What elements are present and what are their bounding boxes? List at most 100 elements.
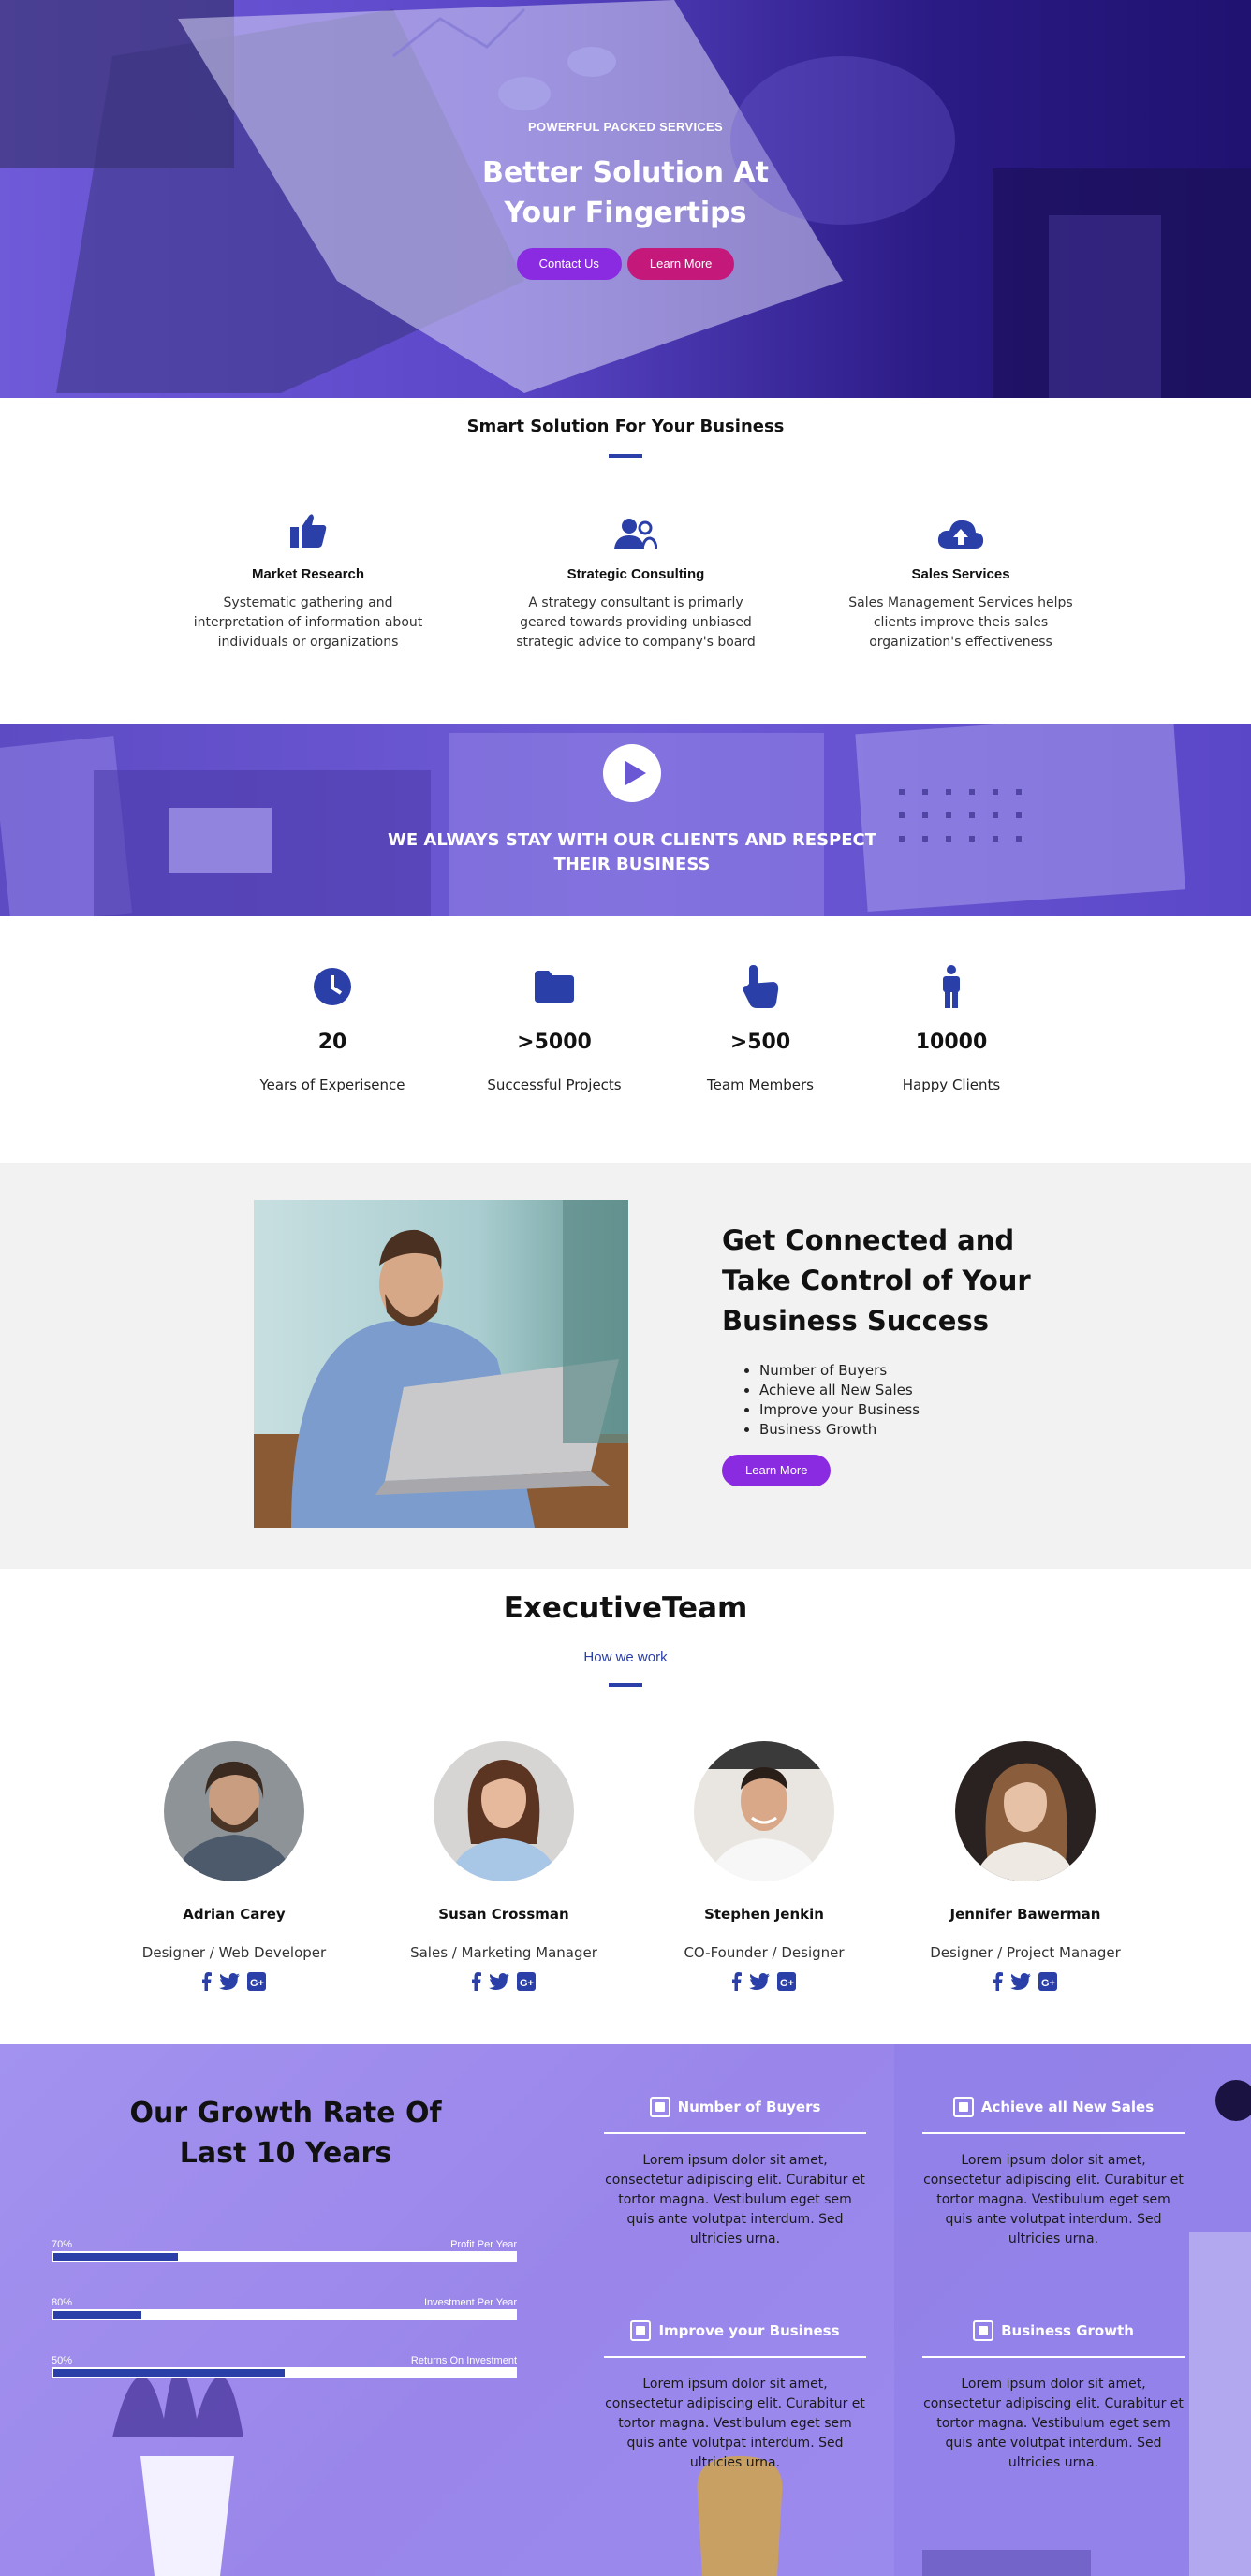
play-icon	[626, 761, 646, 785]
google-plus-icon[interactable]: G+	[1038, 1972, 1057, 1991]
person-icon	[858, 963, 1045, 1010]
stats-section: 20 Years of Experisence >5000 Successful…	[0, 916, 1251, 1163]
info-card-business-growth: Business Growth Lorem ipsum dolor sit am…	[922, 2319, 1185, 2473]
hero-title-line-1: Better Solution At	[482, 156, 769, 189]
list-item: Improve your Business	[759, 1400, 920, 1420]
bar-label: Investment Per Year	[423, 2297, 517, 2308]
member-role: Designer / Web Developer	[141, 1944, 327, 1961]
bar-percent: 80%	[52, 2297, 73, 2308]
twitter-icon[interactable]	[489, 1973, 509, 1990]
bar-label: Profit Per Year	[450, 2239, 517, 2250]
info-card-text: Lorem ipsum dolor sit amet, consectetur …	[923, 2377, 1184, 2470]
video-banner-text: WE ALWAYS STAY WITH OUR CLIENTS AND RESP…	[387, 830, 877, 874]
square-icon	[973, 2320, 994, 2341]
team-subtitle: How we work	[583, 1649, 668, 1665]
pointing-hand-icon	[667, 963, 854, 1010]
contact-us-button[interactable]: Contact Us	[516, 248, 622, 280]
bar-track	[52, 2367, 517, 2378]
list-item: Number of Buyers	[759, 1361, 920, 1381]
feature-description: Sales Management Services helps clients …	[848, 595, 1073, 650]
executive-team-section: ExecutiveTeam How we work Adrian Carey D…	[0, 1569, 1251, 2044]
stat-label: Team Members	[707, 1076, 814, 1093]
member-role: CO-Founder / Designer	[684, 1944, 845, 1961]
hero-learn-more-button[interactable]: Learn More	[626, 248, 735, 280]
bar-percent: 50%	[52, 2355, 73, 2366]
title-underline	[609, 1683, 642, 1687]
play-video-button[interactable]	[603, 744, 661, 802]
square-icon	[630, 2320, 652, 2341]
bar-percent: 70%	[52, 2239, 73, 2250]
stat-value: >5000	[517, 1031, 592, 1054]
google-plus-icon[interactable]: G+	[247, 1972, 266, 1991]
member-role: Designer / Project Manager	[930, 1944, 1121, 1961]
team-member-card: Jennifer Bawerman Designer / Project Man…	[894, 1741, 1156, 1991]
team-member-card: Stephen Jenkin CO-Founder / Designer G+	[633, 1741, 895, 1991]
google-plus-icon[interactable]: G+	[777, 1972, 796, 1991]
square-icon	[952, 2097, 974, 2117]
info-card-text: Lorem ipsum dolor sit amet, consectetur …	[923, 2153, 1184, 2247]
hero-title: Better Solution At Your Fingertips	[0, 153, 1251, 233]
avatar	[434, 1741, 574, 1881]
team-title: ExecutiveTeam	[503, 1591, 748, 1625]
list-item: Achieve all New Sales	[759, 1381, 920, 1400]
facebook-icon[interactable]	[202, 1972, 212, 1991]
member-name: Susan Crossman	[438, 1906, 569, 1923]
users-icon	[514, 508, 758, 549]
twitter-icon[interactable]	[1010, 1973, 1031, 1990]
twitter-icon[interactable]	[749, 1973, 770, 1990]
team-member-card: Susan Crossman Sales / Marketing Manager…	[373, 1741, 635, 1991]
stat-value: 20	[317, 1031, 347, 1054]
info-card-text: Lorem ipsum dolor sit amet, consectetur …	[605, 2153, 865, 2247]
folder-icon	[461, 963, 648, 1010]
svg-text:G+: G+	[780, 1978, 794, 1989]
growth-title: Our Growth Rate Of Last 10 Years	[129, 2097, 442, 2170]
bar-fill	[53, 2253, 179, 2261]
divider	[604, 2356, 866, 2358]
info-card-title: Achieve all New Sales	[980, 2099, 1155, 2115]
info-card-title: Improve your Business	[658, 2322, 840, 2339]
member-role: Sales / Marketing Manager	[410, 1944, 597, 1961]
member-name: Adrian Carey	[183, 1906, 286, 1923]
feature-title: Market Research	[251, 566, 365, 582]
stat-projects: >5000 Successful Projects	[461, 963, 648, 1093]
stat-years: 20 Years of Experisence	[239, 963, 426, 1093]
progress-bar-returns: 50% Returns On Investment	[52, 2355, 517, 2378]
svg-text:G+: G+	[250, 1978, 264, 1989]
stat-label: Happy Clients	[902, 1076, 1001, 1093]
team-member-card: Adrian Carey Designer / Web Developer G+	[103, 1741, 365, 1991]
facebook-icon[interactable]	[472, 1972, 481, 1991]
member-name: Stephen Jenkin	[704, 1906, 824, 1923]
clock-icon	[239, 963, 426, 1010]
feature-description: Systematic gathering and interpretation …	[193, 595, 423, 650]
hero-section: POWERFUL PACKED SERVICES Better Solution…	[0, 0, 1251, 398]
stat-label: Successful Projects	[487, 1076, 622, 1093]
video-banner-section: WE ALWAYS STAY WITH OUR CLIENTS AND RESP…	[0, 724, 1251, 916]
stat-label: Years of Experisence	[259, 1076, 405, 1093]
feature-strategic-consulting: Strategic Consulting A strategy consulta…	[514, 508, 758, 652]
hero-eyebrow: POWERFUL PACKED SERVICES	[527, 120, 723, 134]
man-with-laptop-photo	[254, 1200, 628, 1528]
stat-team-members: >500 Team Members	[667, 963, 854, 1093]
svg-text:G+: G+	[520, 1978, 534, 1989]
twitter-icon[interactable]	[219, 1973, 240, 1990]
feature-sales-services: Sales Services Sales Management Services…	[839, 508, 1082, 652]
get-connected-title: Get Connected and Take Control of Your B…	[722, 1224, 1031, 1337]
info-card-text: Lorem ipsum dolor sit amet, consectetur …	[605, 2377, 865, 2470]
hero-title-line-2: Your Fingertips	[504, 197, 747, 229]
stat-value: >500	[729, 1031, 791, 1054]
facebook-icon[interactable]	[993, 1972, 1003, 1991]
divider	[922, 2356, 1185, 2358]
info-card-number-of-buyers: Number of Buyers Lorem ipsum dolor sit a…	[604, 2095, 866, 2249]
member-name: Jennifer Bawerman	[949, 1906, 1101, 1923]
title-underline	[609, 454, 642, 458]
feature-title: Sales Services	[911, 566, 1010, 582]
benefits-list: Number of Buyers Achieve all New Sales I…	[759, 1361, 920, 1440]
connected-learn-more-button[interactable]: Learn More	[722, 1455, 832, 1486]
avatar	[955, 1741, 1096, 1881]
progress-bar-investment: 80% Investment Per Year	[52, 2297, 517, 2320]
square-icon	[649, 2097, 670, 2117]
google-plus-icon[interactable]: G+	[517, 1972, 536, 1991]
thumbs-up-icon	[186, 508, 430, 549]
facebook-icon[interactable]	[732, 1972, 742, 1991]
smart-solution-section: Smart Solution For Your Business Market …	[0, 398, 1251, 724]
